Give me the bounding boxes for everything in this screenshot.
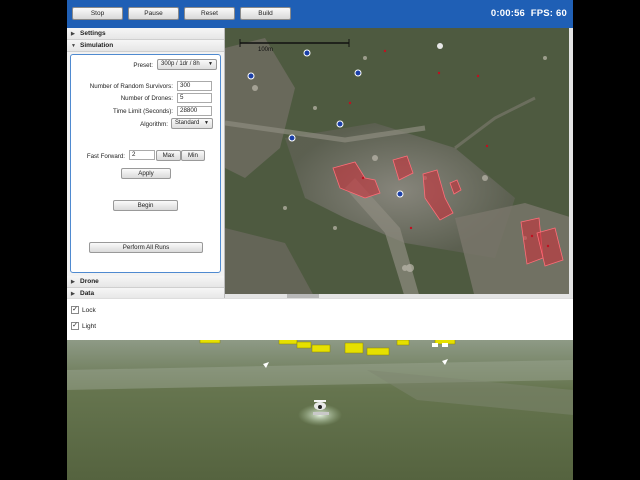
fps-label: FPS: [530,8,554,19]
elapsed-time: 0:00:56 [490,8,526,19]
simulator-window: Stop Pause Reset Build 0:00:56 FPS: 60 ▶… [67,0,573,480]
control-panel: ▶ Settings ▼ Simulation Preset: 300p / 1dr… [67,28,225,300]
chevron-right-icon: ▶ [71,31,75,37]
algorithm-value: Standard [175,120,200,126]
scale-label: 100m [258,47,273,53]
status-readout: 0:00:56 FPS: 60 [491,8,567,19]
view-options-bar: ✓ Lock ✓ Light [67,298,573,341]
drone-marker [396,190,404,198]
section-drone-label: Drone [80,278,99,285]
drone-marker [288,134,296,142]
section-drone[interactable]: ▶ Drone [67,276,224,288]
drone-marker [336,120,344,128]
apply-button[interactable]: Apply [121,168,171,179]
perform-all-runs-button[interactable]: Perform All Runs [89,242,203,253]
begin-button[interactable]: Begin [113,200,178,211]
drone-marker [354,69,362,77]
drone-marker [247,72,255,80]
time-limit-input[interactable]: 28800 [177,106,212,116]
section-settings[interactable]: ▶ Settings [67,28,224,40]
chevron-down-icon: ▼ [71,43,76,49]
3d-view[interactable] [67,340,573,480]
top-toolbar: Stop Pause Reset Build 0:00:56 FPS: 60 [67,0,573,28]
survivors-label: Number of Random Survivors: [89,83,173,90]
drone-marker [303,49,311,57]
section-settings-label: Settings [80,30,106,37]
vertical-scrollbar[interactable] [569,28,573,294]
section-simulation-label: Simulation [80,42,114,49]
map-feature [437,43,443,49]
reset-button[interactable]: Reset [184,7,235,20]
preset-label: Preset: [133,62,153,69]
chevron-right-icon: ▶ [71,279,75,285]
time-limit-label: Time Limit (Seconds): [113,108,173,115]
dropdown-caret-icon: ▼ [208,61,213,67]
min-button[interactable]: Min [181,150,205,161]
fps-value: 60 [556,8,567,19]
pause-button[interactable]: Pause [128,7,179,20]
algorithm-label: Algorithm: [140,121,168,128]
fast-forward-input[interactable]: 2 [129,150,155,160]
dropdown-caret-icon: ▼ [204,120,209,126]
build-button[interactable]: Build [240,7,291,20]
preset-select[interactable]: 300p / 1dr / 8h ▼ [157,59,217,70]
stop-button[interactable]: Stop [72,7,123,20]
drones-label: Number of Drones: [120,95,173,102]
fast-forward-label: Fast Forward: [86,153,125,160]
light-label: Light [82,323,97,330]
3d-scene[interactable] [67,340,573,480]
satellite-map[interactable]: 100m [225,28,573,298]
max-button[interactable]: Max [156,150,181,161]
simulation-panel: Preset: 300p / 1dr / 8h ▼ Number of Rand… [70,54,221,273]
light-checkbox[interactable]: ✓ [71,322,79,330]
survivors-input[interactable]: 300 [177,81,212,91]
satellite-map-view[interactable]: 100m [225,28,573,298]
section-simulation[interactable]: ▼ Simulation [67,40,224,52]
lock-label: Lock [82,307,96,314]
drones-input[interactable]: 5 [177,93,212,103]
algorithm-select[interactable]: Standard ▼ [171,118,213,129]
lock-checkbox[interactable]: ✓ [71,306,79,314]
preset-value: 300p / 1dr / 8h [161,61,200,67]
section-data-label: Data [80,290,95,297]
